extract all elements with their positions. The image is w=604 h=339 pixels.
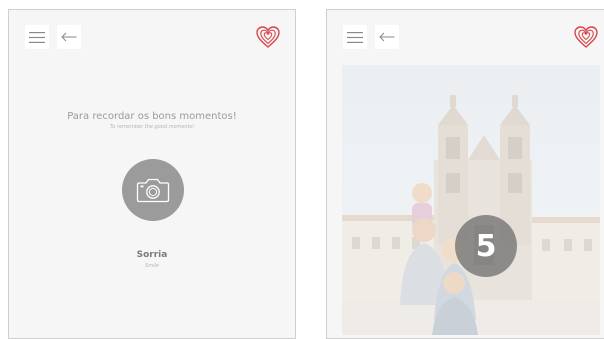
start-screen: Para recordar os bons momentos! To remem…	[8, 9, 296, 339]
tagline-translation: To remember the good moments!	[109, 124, 195, 130]
heart-logo-icon	[256, 26, 280, 48]
arrow-left-icon	[61, 32, 77, 42]
menu-button[interactable]	[343, 25, 367, 49]
countdown-timer: 5	[455, 215, 517, 277]
tagline: Para recordar os bons momentos!	[67, 111, 237, 122]
camera-icon	[136, 178, 170, 203]
take-photo-button[interactable]	[122, 159, 184, 221]
heart-logo-icon	[574, 26, 598, 48]
arrow-left-icon	[379, 32, 395, 42]
smile-label-translation: Smile	[145, 263, 159, 269]
hamburger-menu-icon	[29, 31, 45, 43]
back-button[interactable]	[57, 25, 81, 49]
menu-button[interactable]	[25, 25, 49, 49]
smile-label: Sorria	[136, 250, 168, 260]
camera-preview: 5	[342, 65, 600, 335]
back-button[interactable]	[375, 25, 399, 49]
countdown-screen: 5	[326, 9, 604, 339]
hamburger-menu-icon	[347, 31, 363, 43]
